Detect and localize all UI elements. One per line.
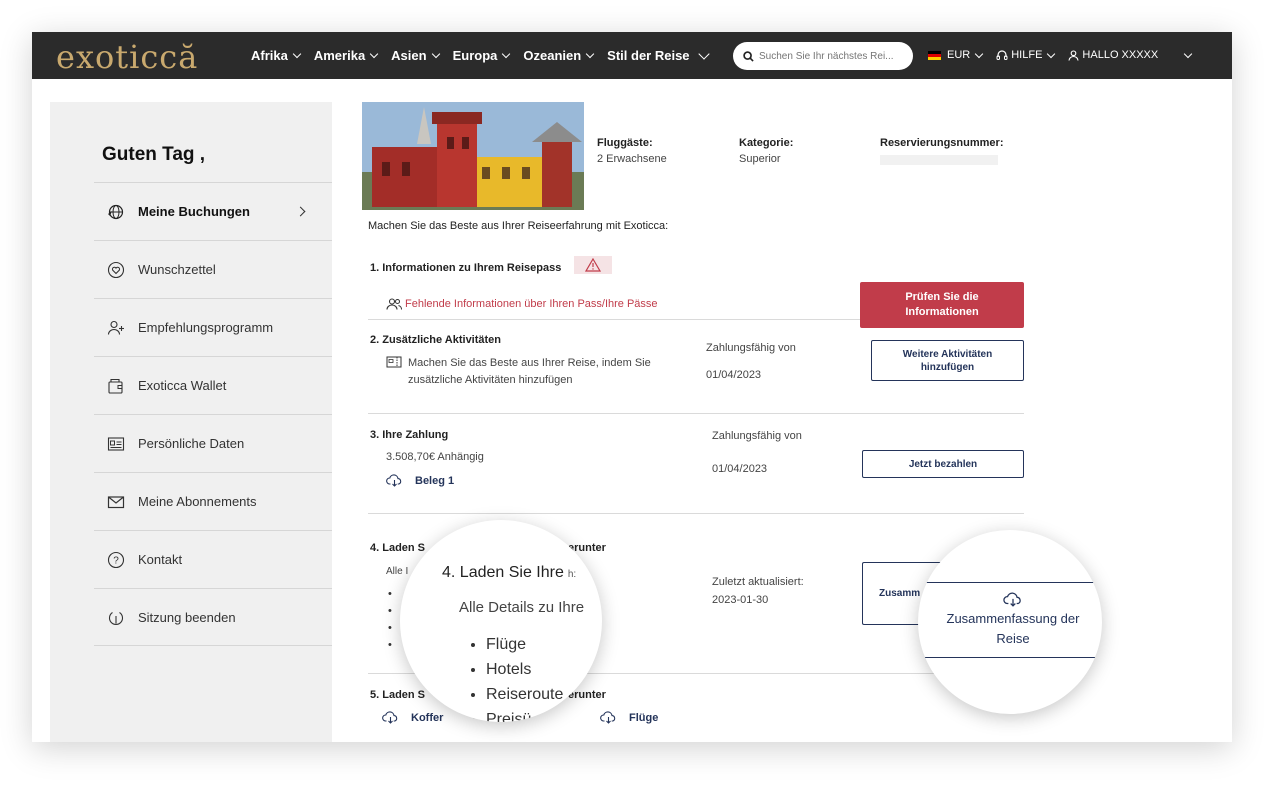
sidebar-item-label: Meine Buchungen [138, 204, 250, 219]
browser-window: exoticcă Afrika Amerika Asien Europa Oze… [32, 32, 1232, 742]
cloud-download-icon [1003, 591, 1021, 607]
list-item: Hotels [486, 657, 563, 682]
magnifier-summary: Zusammenfassung der Reise [918, 530, 1102, 714]
user-icon [1068, 49, 1079, 61]
passengers-info: Fluggäste: 2 Erwachsene [597, 137, 667, 165]
headset-icon [996, 49, 1008, 60]
trip-photo[interactable] [362, 102, 584, 210]
nav-america[interactable]: Amerika [314, 48, 379, 63]
nav-africa[interactable]: Afrika [251, 48, 302, 63]
sidebar-item-label: Kontakt [138, 552, 183, 567]
list-item: Preisü [486, 707, 563, 722]
sidebar-item-label: Exoticca Wallet [138, 378, 227, 393]
sidebar-item-referral[interactable]: Empfehlungsprogramm [94, 298, 332, 356]
search-input[interactable] [759, 50, 909, 62]
chevron-down-icon [431, 49, 440, 59]
chevron-down-icon [1047, 49, 1056, 58]
id-card-icon [106, 434, 126, 454]
list-item: Flüge [486, 632, 563, 657]
german-flag-icon [928, 50, 941, 60]
warning-icon [574, 256, 612, 274]
suitcase-download-link[interactable]: Koffer [382, 711, 443, 724]
globe-icon [106, 202, 126, 222]
sidebar-item-label: Persönliche Daten [138, 436, 245, 451]
heart-icon [106, 260, 126, 280]
nav-europe[interactable]: Europa [453, 48, 512, 63]
cloud-download-icon [386, 474, 402, 487]
list-item: Reiseroute [486, 682, 563, 707]
pay-now-button[interactable]: Jetzt bezahlen [862, 450, 1024, 478]
add-activities-button[interactable]: Weitere Aktivitäten hinzufügen [871, 340, 1024, 381]
nav-travel-style[interactable]: Stil der Reise [607, 48, 710, 63]
flights-download-link[interactable]: Flüge [600, 711, 658, 724]
exoticca-logo[interactable]: exoticcă [56, 38, 198, 76]
account-sidebar: Guten Tag , Meine Buchungen Wunschzettel… [50, 102, 332, 742]
sidebar-item-contact[interactable]: ? Kontakt [94, 530, 332, 588]
currency-selector[interactable]: EUR [928, 49, 984, 61]
right-nav: EUR HILFE HALLO XXXXX [928, 49, 1193, 61]
sidebar-item-wallet[interactable]: Exoticca Wallet [94, 356, 332, 414]
svg-text:?: ? [113, 555, 119, 566]
user-menu[interactable]: HALLO XXXXX [1068, 49, 1193, 61]
chevron-right-icon [295, 206, 306, 217]
summary-button-zoomed[interactable]: Zusammenfassung der Reise [924, 582, 1102, 658]
sidebar-item-logout[interactable]: Sitzung beenden [94, 588, 332, 646]
reservation-info: Reservierungsnummer: [880, 137, 1004, 168]
top-navigation-bar: exoticcă Afrika Amerika Asien Europa Oze… [32, 32, 1232, 79]
category-info: Kategorie: Superior [739, 137, 794, 165]
sidebar-item-label: Empfehlungsprogramm [138, 320, 274, 335]
chevron-down-icon [974, 49, 984, 58]
greeting-title: Guten Tag , [102, 144, 206, 165]
ticket-icon [386, 356, 402, 368]
chevron-down-icon [697, 48, 710, 60]
sidebar-item-wishlist[interactable]: Wunschzettel [94, 240, 332, 298]
reservation-number-redacted [880, 155, 998, 165]
sidebar-item-label: Meine Abonnements [138, 494, 257, 509]
add-user-icon [106, 318, 126, 338]
chevron-down-icon [502, 49, 511, 59]
search-box[interactable] [733, 42, 913, 70]
nav-asia[interactable]: Asien [391, 48, 440, 63]
sidebar-item-bookings[interactable]: Meine Buchungen [94, 182, 332, 240]
mail-icon [106, 492, 126, 512]
main-nav: Afrika Amerika Asien Europa Ozeanien Sti… [251, 48, 710, 63]
users-icon [386, 298, 402, 310]
wallet-icon [106, 376, 126, 396]
help-icon: ? [106, 550, 126, 570]
chevron-down-icon [369, 49, 379, 59]
intro-text: Machen Sie das Beste aus Ihrer Reiseerfa… [368, 220, 669, 232]
search-icon [743, 50, 754, 62]
chevron-down-icon [292, 49, 302, 59]
passport-warning: Fehlende Informationen über Ihren Pass/I… [386, 298, 658, 310]
nav-oceania[interactable]: Ozeanien [523, 48, 595, 63]
sidebar-item-personal-data[interactable]: Persönliche Daten [94, 414, 332, 472]
cloud-download-icon [382, 711, 398, 724]
chevron-down-icon [1184, 49, 1193, 58]
help-menu[interactable]: HILFE [996, 49, 1056, 61]
sidebar-item-label: Sitzung beenden [138, 609, 236, 625]
sidebar-item-subscriptions[interactable]: Meine Abonnements [94, 472, 332, 530]
cloud-download-icon [600, 711, 616, 724]
logout-icon [106, 607, 126, 627]
document-list: Flüge Hotels Reiseroute Preisü [466, 632, 563, 722]
chevron-down-icon [585, 49, 595, 59]
receipt-link[interactable]: Beleg 1 [386, 474, 454, 487]
magnifier-documents: 4. Laden Sie Ihre h: Alle Details zu Ihre… [400, 520, 602, 722]
sidebar-item-label: Wunschzettel [138, 262, 216, 277]
sidebar-menu: Meine Buchungen Wunschzettel Empfehlungs… [94, 182, 332, 646]
